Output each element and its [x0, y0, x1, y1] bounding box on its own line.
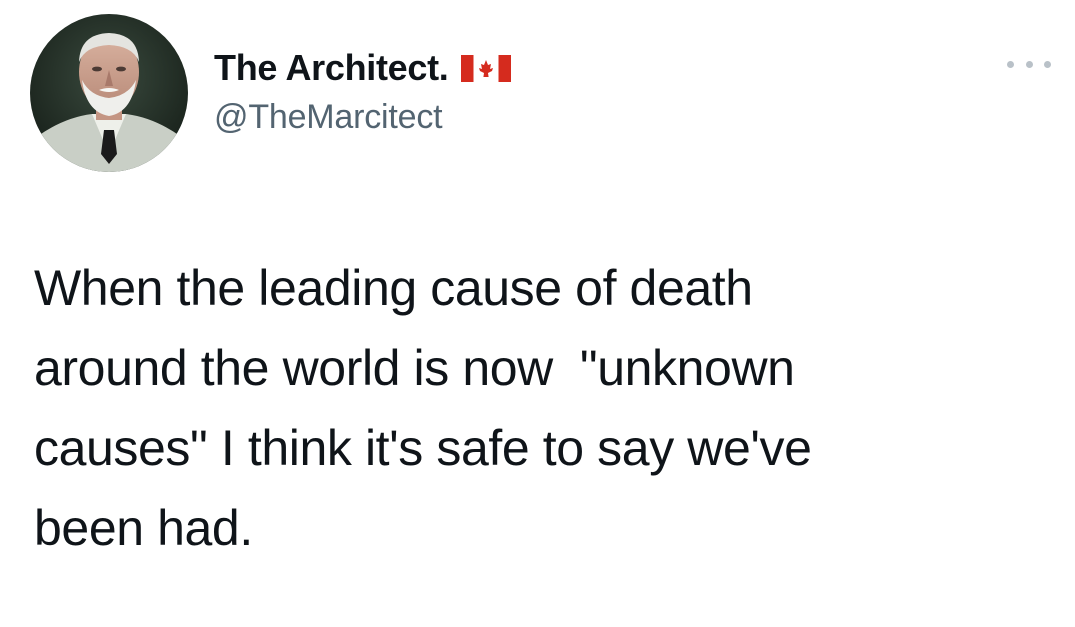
more-dot [1044, 60, 1051, 68]
more-dot [1007, 60, 1014, 68]
avatar[interactable] [30, 14, 188, 172]
more-dot [1025, 60, 1033, 68]
canada-flag-icon [460, 54, 511, 82]
tweet-text: When the leading cause of death around t… [34, 260, 812, 556]
tweet-card: The Architect. @TheMarcitect When the le… [0, 0, 1075, 627]
user-handle[interactable]: @TheMarcitect [214, 98, 443, 137]
more-horizontal-icon[interactable] [1007, 52, 1051, 76]
avatar-image [30, 14, 188, 172]
display-name[interactable]: The Architect. [214, 47, 449, 89]
author-info: The Architect. [214, 44, 511, 92]
